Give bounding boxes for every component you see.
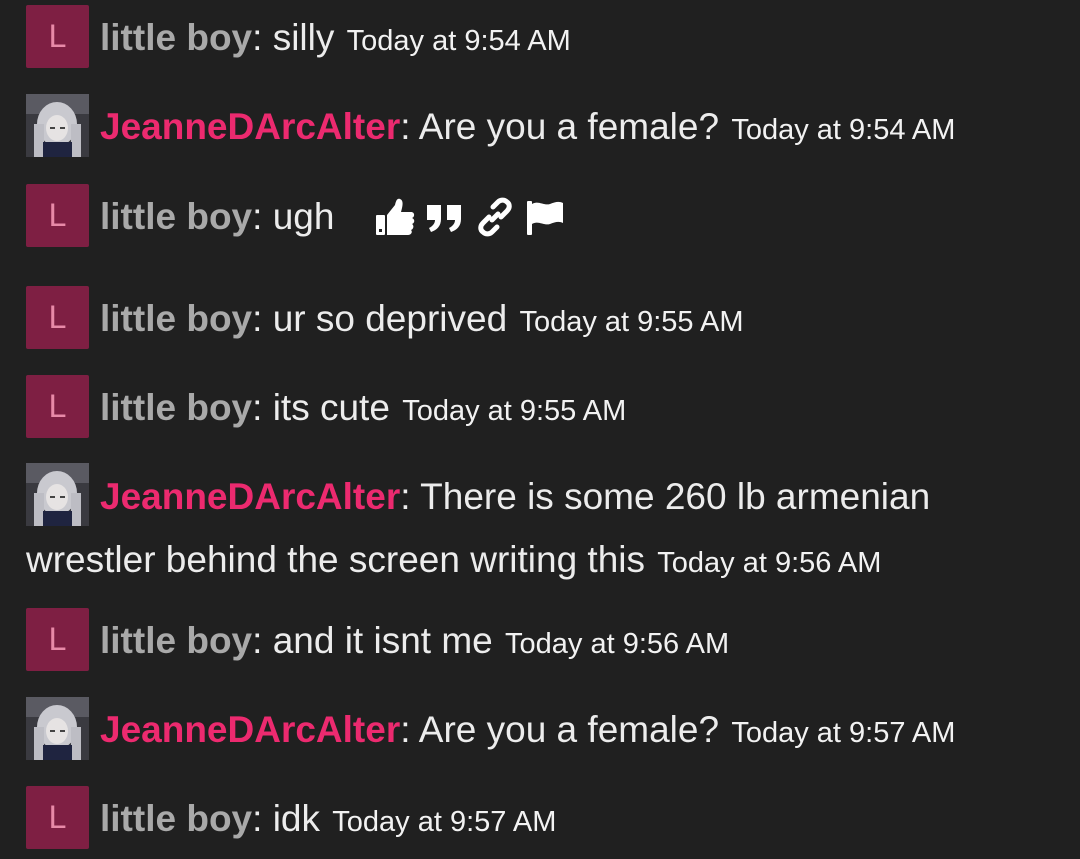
message-text: idk: [272, 798, 320, 839]
message-text: ugh: [272, 196, 335, 237]
username-colon: :: [400, 106, 411, 147]
avatar[interactable]: L: [26, 286, 89, 349]
username-colon: :: [252, 17, 263, 58]
message-text: and it isnt me: [272, 620, 493, 661]
avatar[interactable]: L: [26, 375, 89, 438]
username[interactable]: little boy: [100, 196, 252, 237]
avatar[interactable]: L: [26, 5, 89, 68]
username[interactable]: little boy: [100, 620, 252, 661]
link-icon[interactable]: [473, 195, 517, 239]
username[interactable]: little boy: [100, 798, 252, 839]
thumbs-up-icon[interactable]: [373, 195, 417, 239]
chat-message: Llittle boy: silly Today at 9:54 AM: [26, 5, 1066, 72]
timestamp: Today at 9:57 AM: [332, 806, 557, 838]
username[interactable]: little boy: [100, 387, 252, 428]
timestamp: Today at 9:56 AM: [657, 547, 882, 579]
timestamp: Today at 9:54 AM: [346, 25, 571, 57]
timestamp: Today at 9:55 AM: [402, 395, 627, 427]
avatar[interactable]: L: [26, 184, 89, 247]
chat-message: Llittle boy: and it isnt me Today at 9:5…: [26, 608, 1066, 675]
flag-icon[interactable]: [523, 195, 567, 239]
message-text: silly: [272, 17, 335, 58]
username[interactable]: JeanneDArcAlter: [100, 106, 400, 147]
message-text: Are you a female?: [418, 106, 720, 147]
avatar-image: [26, 697, 89, 760]
username-colon: :: [252, 298, 263, 339]
username-colon: :: [252, 798, 263, 839]
timestamp: Today at 9:57 AM: [731, 717, 956, 749]
username[interactable]: little boy: [100, 298, 252, 339]
username[interactable]: JeanneDArcAlter: [100, 709, 400, 750]
chat-log: Llittle boy: silly Today at 9:54 AM Jean…: [0, 0, 1080, 859]
chat-message: JeanneDArcAlter: Are you a female? Today…: [26, 697, 1066, 764]
chat-message: Llittle boy: its cute Today at 9:55 AM: [26, 375, 1066, 442]
quote-icon[interactable]: [423, 195, 467, 239]
username[interactable]: little boy: [100, 17, 252, 58]
chat-message: JeanneDArcAlter: There is some 260 lb ar…: [26, 463, 1066, 595]
username-colon: :: [252, 387, 263, 428]
message-text: its cute: [272, 387, 390, 428]
timestamp: Today at 9:54 AM: [731, 114, 956, 146]
timestamp: Today at 9:55 AM: [519, 306, 744, 338]
avatar[interactable]: [26, 463, 89, 526]
avatar[interactable]: [26, 94, 89, 157]
timestamp: Today at 9:56 AM: [505, 628, 730, 660]
username-colon: :: [252, 620, 263, 661]
chat-message: Llittle boy: ur so deprived Today at 9:5…: [26, 286, 1066, 353]
username-colon: :: [400, 476, 411, 517]
chat-message: Llittle boy: idk Today at 9:57 AM: [26, 786, 1066, 853]
avatar[interactable]: [26, 697, 89, 760]
username-colon: :: [252, 196, 263, 237]
message-text: ur so deprived: [272, 298, 508, 339]
chat-message: Llittle boy: ugh: [26, 184, 1066, 250]
message-text: Are you a female?: [418, 709, 720, 750]
avatar[interactable]: L: [26, 786, 89, 849]
chat-message: JeanneDArcAlter: Are you a female? Today…: [26, 94, 1066, 161]
username-colon: :: [400, 709, 411, 750]
avatar[interactable]: L: [26, 608, 89, 671]
username[interactable]: JeanneDArcAlter: [100, 476, 400, 517]
avatar-image: [26, 94, 89, 157]
avatar-image: [26, 463, 89, 526]
message-actions: [373, 184, 573, 246]
